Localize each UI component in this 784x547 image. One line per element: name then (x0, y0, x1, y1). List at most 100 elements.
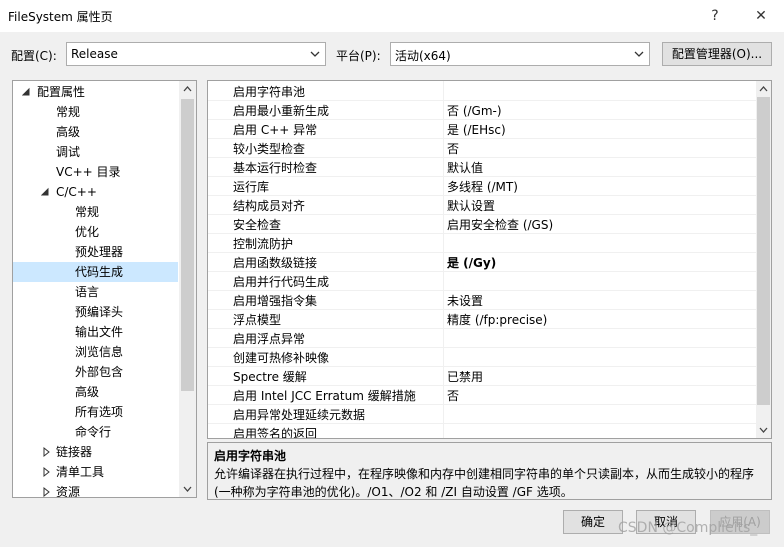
config-dropdown[interactable]: Release (66, 42, 326, 66)
property-value[interactable]: 已禁用 (447, 368, 483, 385)
caret-collapsed-icon[interactable] (41, 462, 51, 482)
platform-value: 活动(x64) (395, 49, 451, 63)
column-divider (443, 347, 444, 366)
property-row[interactable]: 启用最小重新生成 否 (/Gm-) (208, 100, 756, 120)
close-button[interactable]: ✕ (746, 4, 776, 28)
tree-item-label: VC++ 目录 (56, 165, 121, 179)
property-name: 启用 C++ 异常 (233, 123, 318, 137)
property-row[interactable]: 安全检查 启用安全检查 (/GS) (208, 214, 756, 234)
scroll-up-icon[interactable] (758, 84, 769, 94)
title-bar: FileSystem 属性页 ? ✕ (0, 0, 784, 32)
column-divider (443, 157, 444, 176)
property-name: 基本运行时检查 (233, 161, 318, 175)
property-name: 启用函数级链接 (233, 256, 318, 270)
column-divider (443, 404, 444, 423)
column-divider (443, 366, 444, 385)
config-value: Release (71, 47, 118, 61)
tree-item-label: 高级 (56, 125, 81, 139)
configuration-manager-button[interactable]: 配置管理器(O)... (662, 42, 772, 66)
grid-scrollbar[interactable] (756, 81, 771, 438)
help-button[interactable]: ? (700, 4, 730, 28)
tree-item-label: 预编译头 (75, 305, 124, 319)
property-row[interactable]: 基本运行时检查 默认值 (208, 157, 756, 177)
tree-item-label: 常规 (75, 205, 100, 219)
grid-scroll-thumb[interactable] (757, 97, 770, 405)
scroll-down-icon[interactable] (182, 484, 193, 494)
property-row[interactable]: 启用并行代码生成 (208, 271, 756, 291)
property-row[interactable]: 启用字符串池 (208, 81, 756, 101)
description-panel: 启用字符串池 允许编译器在执行过程中，在程序映像和内存中创建相同字符串的单个只读… (207, 442, 772, 500)
tree-item-label: 浏览信息 (75, 345, 124, 359)
property-name: 启用 Intel JCC Erratum 缓解措施 (233, 389, 416, 403)
tree-item-label: 代码生成 (75, 265, 124, 279)
tree-item[interactable]: 代码生成 (13, 262, 178, 282)
column-divider (443, 385, 444, 404)
property-row[interactable]: 结构成员对齐 默认设置 (208, 195, 756, 215)
caret-collapsed-icon[interactable] (41, 442, 51, 462)
property-name: 启用浮点异常 (233, 332, 306, 346)
property-value[interactable]: 是 (/EHsc) (447, 121, 506, 138)
property-value[interactable]: 精度 (/fp:precise) (447, 311, 547, 328)
property-row[interactable]: 启用 Intel JCC Erratum 缓解措施 否 (208, 385, 756, 405)
column-divider (443, 233, 444, 252)
caret-expanded-icon[interactable] (41, 182, 51, 202)
property-value[interactable]: 多线程 (/MT) (447, 178, 518, 195)
property-value[interactable]: 默认设置 (447, 197, 495, 214)
property-row[interactable]: 创建可热修补映像 (208, 347, 756, 367)
column-divider (443, 100, 444, 119)
ok-button[interactable]: 确定 (563, 510, 623, 534)
property-value[interactable]: 启用安全检查 (/GS) (447, 216, 553, 233)
column-divider (443, 290, 444, 309)
tree-item-label: 调试 (56, 145, 81, 159)
property-name: 启用增强指令集 (233, 294, 318, 308)
column-divider (443, 423, 444, 438)
caret-collapsed-icon[interactable] (41, 482, 51, 498)
property-name: 浮点模型 (233, 313, 282, 327)
property-value[interactable]: 否 (447, 387, 459, 404)
tree-scroll-thumb[interactable] (181, 99, 194, 391)
property-value[interactable]: 默认值 (447, 159, 483, 176)
property-row[interactable]: Spectre 缓解 已禁用 (208, 366, 756, 386)
tree-item-label: 清单工具 (56, 465, 105, 479)
property-row[interactable]: 启用函数级链接 是 (/Gy) (208, 252, 756, 272)
column-divider (443, 176, 444, 195)
property-grid: 启用字符串池 启用最小重新生成 否 (/Gm-) 启用 C++ 异常 是 (/EHsc)… (207, 80, 772, 439)
scroll-down-icon[interactable] (758, 425, 769, 435)
column-divider (443, 138, 444, 157)
tree-item-label: 配置属性 (37, 85, 86, 99)
property-row[interactable]: 启用增强指令集 未设置 (208, 290, 756, 310)
property-row[interactable]: 运行库 多线程 (/MT) (208, 176, 756, 196)
platform-dropdown[interactable]: 活动(x64) (390, 42, 650, 66)
property-row[interactable]: 启用签名的返回 (208, 423, 756, 438)
property-name: 控制流防护 (233, 237, 294, 251)
tree-item-label: 外部包含 (75, 365, 124, 379)
column-divider (443, 252, 444, 271)
property-row[interactable]: 较小类型检查 否 (208, 138, 756, 158)
property-name: Spectre 缓解 (233, 370, 307, 384)
property-row[interactable]: 控制流防护 (208, 233, 756, 253)
scroll-up-icon[interactable] (182, 84, 193, 94)
platform-label: 平台(P): (336, 49, 381, 63)
property-row[interactable]: 浮点模型 精度 (/fp:precise) (208, 309, 756, 329)
tree-item-label: 所有选项 (75, 405, 124, 419)
column-divider (443, 309, 444, 328)
tree-scrollbar[interactable] (179, 81, 196, 497)
tree-item-label: 输出文件 (75, 325, 124, 339)
property-row[interactable]: 启用异常处理延续元数据 (208, 404, 756, 424)
property-value[interactable]: 是 (/Gy) (447, 254, 496, 271)
column-divider (443, 81, 444, 100)
chevron-down-icon (634, 51, 644, 57)
property-name: 结构成员对齐 (233, 199, 306, 213)
property-value[interactable]: 未设置 (447, 292, 483, 309)
chevron-down-icon (310, 51, 320, 57)
property-name: 运行库 (233, 180, 270, 194)
property-name: 安全检查 (233, 218, 282, 232)
property-row[interactable]: 启用浮点异常 (208, 328, 756, 348)
description-title: 启用字符串池 (214, 449, 287, 463)
property-value[interactable]: 否 (/Gm-) (447, 102, 502, 119)
category-tree: 配置属性 常规 高级 调试 VC++ 目录 C/C++ 常规 优化 预处理器 代码生成 语言 预编译头… (12, 80, 197, 498)
watermark: CSDN @Complieits_ (618, 520, 758, 536)
property-row[interactable]: 启用 C++ 异常 是 (/EHsc) (208, 119, 756, 139)
caret-expanded-icon[interactable] (22, 82, 32, 102)
property-value[interactable]: 否 (447, 140, 459, 157)
